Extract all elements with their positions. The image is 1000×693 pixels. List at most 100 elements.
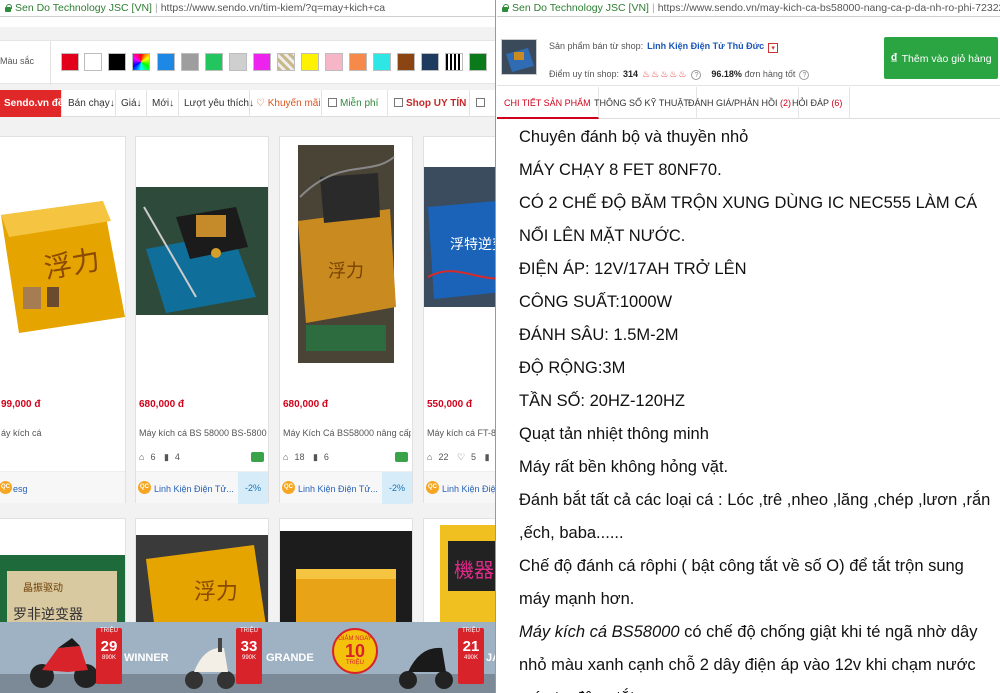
product-card[interactable]: 浮力 680,000 đ Máy Kích Cá BS58000 nâng cấ… [279, 136, 413, 504]
description-line: Máy kích cá BS58000 có chế độ chống giật… [519, 623, 978, 693]
shop-name[interactable]: esg [13, 484, 28, 494]
product-card[interactable]: 晶振驱动 罗非逆变器 [0, 518, 126, 639]
product-name[interactable]: Máy kích cá FT-8900 [427, 428, 495, 438]
product-card[interactable]: 浮力 99,000 đ áy kích cá QC esg [0, 136, 126, 503]
filter-free-shipping[interactable]: Miễn phí [324, 90, 388, 117]
price-tag: TRIỆU 33 990K [236, 628, 262, 684]
product-image[interactable] [136, 137, 268, 381]
sort-recommended[interactable]: Sendo.vn đề cử↓ [0, 90, 84, 117]
chevron-down-icon[interactable]: ▾ [768, 43, 779, 53]
shop-name[interactable]: Linh Kiện Điện Tử [442, 484, 495, 494]
sort-newest[interactable]: Mới↓ [148, 90, 179, 117]
shop-bar[interactable]: QC Linh Kiện Điện Tử... -2% [280, 471, 412, 504]
product-card[interactable] [279, 518, 413, 639]
product-price: 550,000 đ [427, 399, 473, 410]
screenshot-root: Sen Do Technology JSC [VN] | https://www.s… [0, 0, 1000, 693]
shop-bar[interactable]: QC Linh Kiện Điện Tử... -2% [136, 471, 268, 504]
product-stats: ⌂22 ♡5 ▮9 [427, 452, 490, 462]
site-identity: Sen Do Technology JSC [VN] [15, 2, 152, 14]
sort-best-selling[interactable]: Bán chạy↓ [64, 90, 116, 117]
address-bar[interactable]: Sen Do Technology JSC [VN] | https://www.s… [0, 0, 495, 17]
tab-reviews[interactable]: ĐÁNH GIÁ/PHẢN HỒI (2) [681, 87, 800, 119]
filter-trusted-shop[interactable]: Shop UY TÍN [390, 90, 470, 117]
product-image[interactable]: 浮特逆变 [424, 137, 496, 381]
shop-score: 314 [623, 69, 639, 79]
product-image[interactable]: 機器 [424, 519, 495, 639]
shop-name[interactable]: Linh Kiện Điện Tử... [298, 484, 378, 494]
product-card[interactable]: 浮特逆变 550,000 đ Máy kích cá FT-8900 ⌂22 ♡… [423, 136, 496, 503]
discount-badge: -2% [238, 472, 268, 504]
model-name: WINNER [124, 652, 169, 664]
product-card[interactable]: 680,000 đ Máy kích cá BS 58000 BS-58000 … [135, 136, 269, 504]
product-name[interactable]: Máy Kích Cá BS58000 nâng cấp đá... [283, 428, 411, 438]
rating-flames-icon: ♨♨♨♨♨ [642, 69, 688, 79]
shop-bar[interactable]: QC Linh Kiện Điện Tử [424, 471, 495, 503]
price-tag: TRIỆU 29 890K [96, 628, 122, 684]
discount-badge: GIẢM NGAY 10 TRIỆU [332, 628, 378, 674]
svg-text:晶振驱动: 晶振驱动 [23, 581, 63, 594]
description-line: Chuyên đánh bộ và thuyền nhỏ [519, 128, 749, 146]
color-swatch-navy[interactable] [421, 53, 439, 71]
help-icon[interactable]: ? [799, 70, 810, 80]
product-image[interactable] [280, 519, 412, 639]
seller-shop-link[interactable]: Linh Kiện Điện Tử Thủ Đức [647, 41, 764, 51]
description-line: MÁY CHẠY 8 FET 80NF70. [519, 161, 722, 179]
product-name[interactable]: Máy kích cá BS 58000 BS-58000 [139, 428, 267, 438]
tab-questions[interactable]: HỎI ĐÁP (6) [785, 87, 851, 119]
color-swatch-blue[interactable] [157, 53, 175, 71]
motorbike-ad-banner[interactable]: TRIỆU 29 890K WINNER TRIỆU 33 990K GRANDE GI… [0, 622, 495, 693]
svg-text:機器: 機器 [454, 558, 494, 582]
color-swatch-black[interactable] [108, 53, 126, 71]
tab-product-details[interactable]: CHI TIẾT SẢN PHẨM [497, 87, 599, 119]
sort-filter-bar: Sendo.vn đề cử↓ Bán chạy↓ Giá↓ Mới↓ Lượt… [0, 90, 495, 117]
filter-more[interactable] [472, 90, 495, 117]
product-thumbnail[interactable] [501, 39, 537, 75]
color-swatch-brown[interactable] [397, 53, 415, 71]
url-text[interactable]: https://www.sendo.vn/tim-kiem/?q=may+kic… [161, 2, 385, 14]
heart-icon: ♡ [456, 452, 466, 462]
product-image[interactable]: 浮力 [0, 137, 125, 381]
color-swatch-pink[interactable] [325, 53, 343, 71]
description-line: CÔNG SUẤT:1000W [519, 293, 673, 311]
product-description: Chuyên đánh bộ và thuyền nhỏ MÁY CHẠY 8 … [519, 121, 997, 693]
product-image[interactable]: 浮力 [136, 519, 268, 639]
product-price: 99,000 đ [1, 399, 41, 410]
color-swatch-silver[interactable] [229, 53, 247, 71]
color-swatch-green[interactable] [205, 53, 223, 71]
product-card[interactable]: 浮力 [135, 518, 269, 639]
color-swatch-gray[interactable] [181, 53, 199, 71]
shop-bar[interactable]: QC esg [0, 471, 125, 503]
product-image[interactable]: 晶振驱动 罗非逆变器 [0, 519, 125, 639]
sort-favorites[interactable]: Lượt yêu thích↓ [180, 90, 254, 117]
add-to-cart-button[interactable]: ₫ Thêm vào giỏ hàng [884, 37, 998, 79]
color-swatch-magenta[interactable] [253, 53, 271, 71]
svg-text:浮特逆变: 浮特逆变 [450, 237, 496, 253]
svg-text:浮力: 浮力 [194, 580, 238, 605]
comment-icon: ▮ [312, 452, 318, 462]
comment-icon: ▮ [163, 452, 169, 462]
good-order-percent: 96.18% [711, 69, 742, 79]
color-swatch-dark-green[interactable] [469, 53, 487, 71]
product-image[interactable]: 浮力 [280, 137, 412, 381]
description-line: Quạt tản nhiệt thông minh [519, 425, 709, 443]
sort-price[interactable]: Giá↓ [117, 90, 147, 117]
color-swatch-multicolor[interactable] [132, 53, 150, 71]
checkbox-free-shipping[interactable] [328, 98, 337, 107]
color-swatch-white[interactable] [84, 53, 102, 71]
address-bar[interactable]: Sen Do Technology JSC [VN] | https://www.s… [497, 0, 1000, 17]
lock-icon [4, 4, 12, 12]
color-swatch-orange[interactable] [349, 53, 367, 71]
product-card[interactable]: 機器 [423, 518, 495, 639]
filter-promotion[interactable]: ♡ Khuyến mãi [252, 90, 322, 117]
color-swatch-yellow[interactable] [301, 53, 319, 71]
checkbox-trusted-shop[interactable] [394, 98, 403, 107]
url-text[interactable]: https://www.sendo.vn/may-kich-ca-bs58000… [658, 2, 1000, 14]
color-swatch-pattern[interactable] [277, 53, 295, 71]
color-swatch-striped[interactable] [445, 53, 463, 71]
help-icon[interactable]: ? [691, 70, 702, 80]
shop-name[interactable]: Linh Kiện Điện Tử... [154, 484, 234, 494]
description-line: Máy rất bền không hỏng vặt. [519, 458, 729, 476]
color-swatch-red[interactable] [61, 53, 79, 71]
product-name[interactable]: áy kích cá [1, 428, 129, 438]
color-swatch-cyan[interactable] [373, 53, 391, 71]
